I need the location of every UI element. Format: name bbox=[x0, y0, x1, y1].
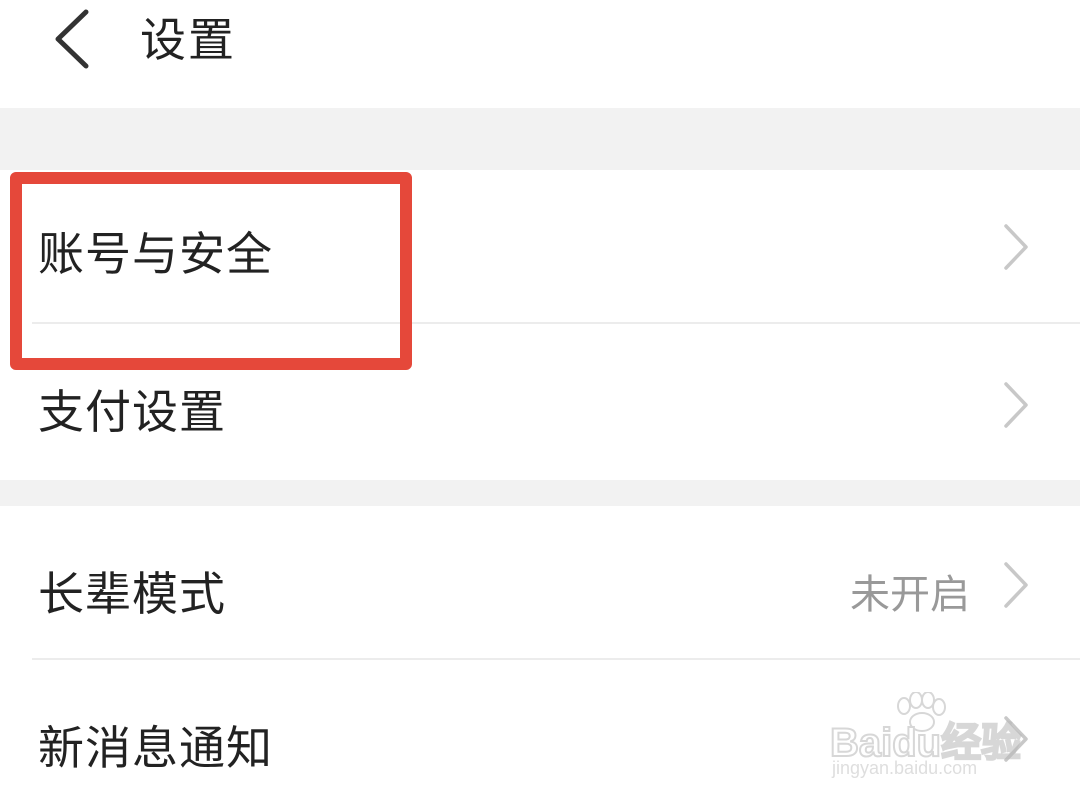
settings-item-label: 支付设置 bbox=[38, 385, 226, 439]
chevron-right-icon bbox=[1000, 560, 1030, 610]
chevron-right-icon bbox=[1000, 380, 1030, 430]
settings-item-value: 未开启 bbox=[850, 572, 970, 618]
section-separator bbox=[0, 480, 1080, 506]
page-title: 设置 bbox=[140, 13, 236, 67]
settings-item-elder-mode[interactable]: 长辈模式 未开启 bbox=[0, 506, 1080, 660]
settings-item-label: 长辈模式 bbox=[38, 567, 226, 621]
chevron-left-icon bbox=[55, 9, 89, 69]
settings-item-label: 账号与安全 bbox=[38, 227, 273, 281]
settings-item-account-security[interactable]: 账号与安全 bbox=[0, 170, 1080, 324]
chevron-right-icon bbox=[1000, 222, 1030, 272]
chevron-right-icon bbox=[1000, 714, 1030, 764]
settings-page: 设置 账号与安全 支付设置 长辈模式 未开启 新消息通知 Baidu经验 jin… bbox=[0, 0, 1080, 810]
settings-item-payment[interactable]: 支付设置 bbox=[0, 324, 1080, 480]
top-bar: 设置 bbox=[0, 0, 1080, 108]
section-separator bbox=[0, 108, 1080, 170]
settings-item-label: 新消息通知 bbox=[38, 721, 273, 775]
back-button[interactable] bbox=[40, 4, 110, 74]
settings-item-notifications[interactable]: 新消息通知 bbox=[0, 660, 1080, 810]
